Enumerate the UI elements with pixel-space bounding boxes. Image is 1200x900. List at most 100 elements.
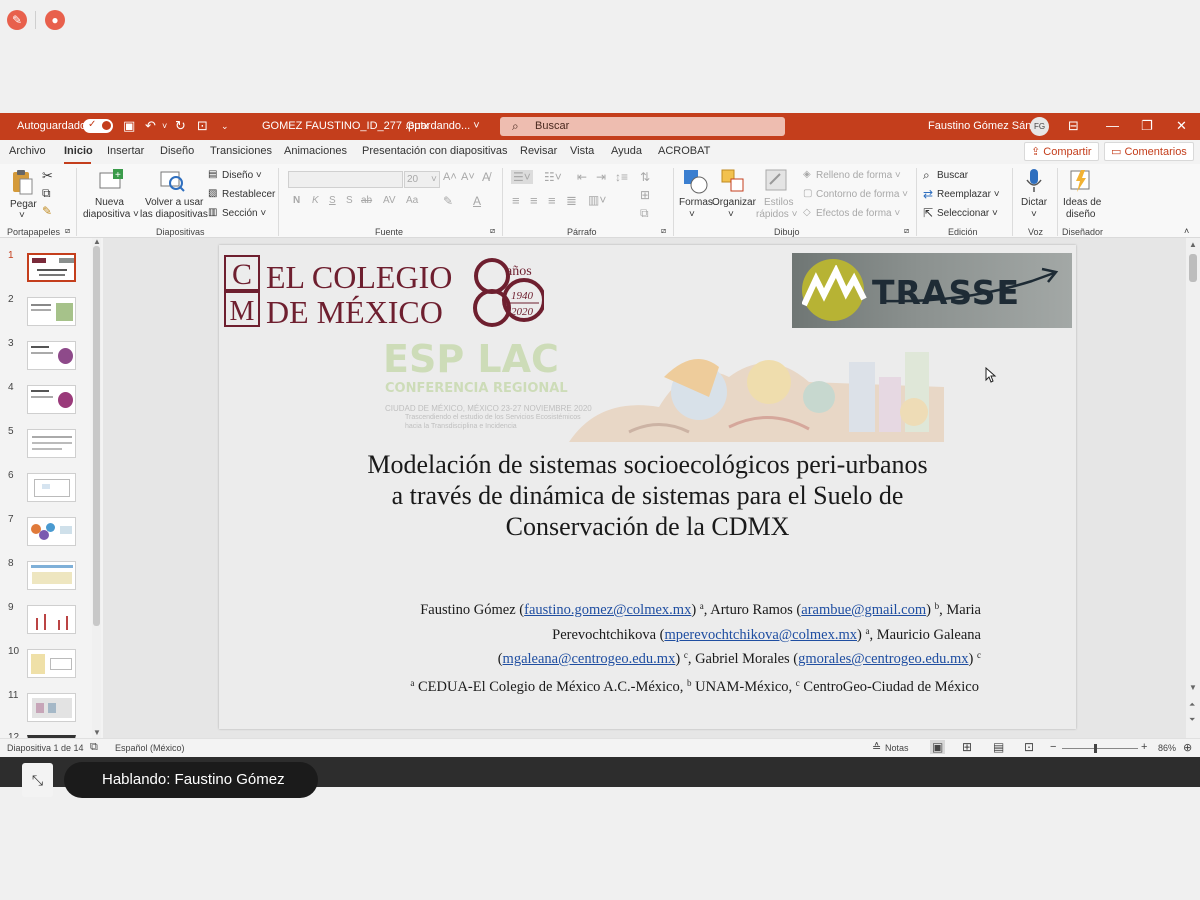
highlight-icon[interactable]: ✎ bbox=[443, 194, 453, 208]
undo-dropdown-icon[interactable]: ˅ bbox=[162, 121, 167, 131]
section-icon[interactable]: ▥ bbox=[208, 207, 217, 218]
tab-animaciones[interactable]: Animaciones bbox=[284, 145, 347, 157]
zoom-slider[interactable] bbox=[1062, 748, 1138, 749]
user-name[interactable]: Faustino Gómez Sántiz bbox=[928, 120, 1042, 132]
dialog-launcher-icon[interactable]: ⧄ bbox=[490, 226, 495, 236]
slide-sorter-icon[interactable]: ⊞ bbox=[962, 740, 972, 754]
fit-slide-icon[interactable]: ⊕ bbox=[1183, 741, 1192, 754]
normal-view-icon[interactable]: ▣ bbox=[930, 740, 946, 754]
quick-styles-label[interactable]: Estilos bbox=[764, 197, 793, 208]
align-left-icon[interactable]: ≡ bbox=[512, 193, 520, 208]
slideshow-view-icon[interactable]: ⊡ bbox=[1024, 740, 1034, 754]
comments-button[interactable]: ▭ Comentarios bbox=[1104, 142, 1194, 161]
undo-icon[interactable]: ↶ bbox=[145, 118, 156, 134]
share-button[interactable]: ⇪ Compartir bbox=[1024, 142, 1099, 161]
slide-title[interactable]: Modelación de sistemas socioecológicos p… bbox=[279, 449, 1016, 542]
shapes-dropdown-icon[interactable]: ˅ bbox=[689, 209, 695, 220]
columns-icon[interactable]: ▥˅ bbox=[588, 193, 606, 207]
cut-icon[interactable]: ✂ bbox=[42, 168, 53, 184]
arrange-label[interactable]: Organizar bbox=[712, 197, 756, 208]
shape-fill-button[interactable]: Relleno de forma ˅ bbox=[816, 170, 901, 181]
spacing-icon[interactable]: AV bbox=[383, 195, 396, 206]
close-icon[interactable]: ✕ bbox=[1176, 118, 1187, 134]
customize-qat-icon[interactable]: ⌄ bbox=[221, 121, 229, 132]
replace-button[interactable]: Reemplazar ˅ bbox=[937, 189, 1000, 200]
thumbnails-scroll-thumb[interactable] bbox=[93, 246, 100, 626]
tab-diseno[interactable]: Diseño bbox=[160, 145, 194, 157]
layout-icon[interactable]: ▤ bbox=[208, 169, 217, 180]
thumbnail-slide-10[interactable] bbox=[27, 649, 76, 678]
format-painter-icon[interactable]: ✎ bbox=[42, 204, 52, 218]
scroll-down-icon[interactable]: ▼ bbox=[1189, 683, 1197, 692]
dictate-dropdown-icon[interactable]: ˅ bbox=[1031, 209, 1037, 220]
tab-revisar[interactable]: Revisar bbox=[520, 145, 557, 157]
scroll-down-icon[interactable]: ▼ bbox=[93, 728, 101, 737]
design-ideas-label[interactable]: Ideas de bbox=[1063, 197, 1101, 208]
reuse-slides-icon[interactable] bbox=[160, 169, 186, 193]
tab-presentacion[interactable]: Presentación con diapositivas bbox=[362, 145, 508, 157]
new-slide-label[interactable]: Nueva bbox=[95, 197, 124, 208]
author-email-link[interactable]: gmorales@centrogeo.edu.mx bbox=[798, 651, 968, 667]
font-color-icon[interactable]: A bbox=[473, 194, 481, 208]
decrease-indent-icon[interactable]: ⇤ bbox=[577, 170, 587, 184]
scroll-thumb[interactable] bbox=[1189, 254, 1197, 282]
tab-ayuda[interactable]: Ayuda bbox=[611, 145, 642, 157]
thumbnail-slide-5[interactable] bbox=[27, 429, 76, 458]
design-ideas-icon[interactable] bbox=[1069, 168, 1093, 194]
author-email-link[interactable]: faustino.gomez@colmex.mx bbox=[524, 602, 691, 618]
tab-transiciones[interactable]: Transiciones bbox=[210, 145, 272, 157]
italic-icon[interactable]: K bbox=[312, 195, 319, 206]
current-slide[interactable]: C M EL COLEGIO DE MÉXICO años 1940 2020 … bbox=[219, 245, 1076, 729]
paste-dropdown-icon[interactable]: ˅ bbox=[19, 210, 25, 221]
new-slide-icon[interactable]: + bbox=[98, 169, 124, 193]
arrange-dropdown-icon[interactable]: ˅ bbox=[728, 209, 734, 220]
dialog-launcher-icon[interactable]: ⧄ bbox=[904, 226, 909, 236]
shape-effects-button[interactable]: Efectos de forma ˅ bbox=[816, 208, 900, 219]
avatar[interactable]: FG bbox=[1030, 117, 1049, 136]
tab-archivo[interactable]: Archivo bbox=[9, 145, 46, 157]
numbering-icon[interactable]: ☷˅ bbox=[544, 170, 562, 184]
affiliations[interactable]: a CEDUA-El Colegio de México A.C.-México… bbox=[259, 678, 979, 696]
language-indicator[interactable]: Español (México) bbox=[115, 743, 185, 753]
save-status[interactable]: Guardando... ˅ bbox=[406, 120, 480, 132]
tab-inicio[interactable]: Inicio bbox=[64, 145, 93, 157]
align-center-icon[interactable]: ≡ bbox=[530, 193, 538, 208]
font-name-input[interactable] bbox=[288, 171, 403, 188]
zoom-level[interactable]: 86% bbox=[1158, 743, 1176, 753]
zoom-in-icon[interactable]: + bbox=[1141, 741, 1147, 753]
vertical-scrollbar[interactable]: ▲ ▼ ⏶ ⏷ bbox=[1186, 238, 1200, 738]
bold-icon[interactable]: N bbox=[293, 195, 300, 206]
collapse-ribbon-icon[interactable]: ˄ bbox=[1184, 226, 1189, 236]
shape-outline-icon[interactable]: ▢ bbox=[803, 188, 812, 199]
shape-fill-icon[interactable]: ◈ bbox=[803, 169, 811, 180]
tab-insertar[interactable]: Insertar bbox=[107, 145, 144, 157]
dialog-launcher-icon[interactable]: ⧄ bbox=[661, 226, 666, 236]
bullets-icon[interactable]: ☰˅ bbox=[511, 170, 533, 184]
accessibility-icon[interactable]: ⧉ bbox=[90, 741, 98, 754]
quick-styles-label-2[interactable]: rápidos ˅ bbox=[756, 209, 797, 220]
thumbnails-scrollbar[interactable]: ▲ ▼ bbox=[92, 237, 101, 738]
align-text-icon[interactable]: ⊞ bbox=[640, 188, 650, 202]
change-case-icon[interactable]: Aa bbox=[406, 195, 418, 206]
zoom-slider-handle[interactable] bbox=[1094, 744, 1097, 753]
minimize-icon[interactable]: — bbox=[1106, 118, 1119, 133]
reading-view-icon[interactable]: ▤ bbox=[993, 740, 1004, 754]
shape-outline-button[interactable]: Contorno de forma ˅ bbox=[816, 189, 908, 200]
quick-styles-icon[interactable] bbox=[765, 168, 789, 194]
shadow-icon[interactable]: S bbox=[346, 195, 353, 206]
thumbnail-slide-4[interactable] bbox=[27, 385, 76, 414]
search-box[interactable]: ⌕ Buscar bbox=[500, 117, 785, 136]
select-icon[interactable]: ⇱ bbox=[923, 206, 933, 220]
shapes-label[interactable]: Formas bbox=[679, 197, 713, 208]
restore-icon[interactable]: ❐ bbox=[1141, 118, 1153, 134]
next-slide-icon[interactable]: ⏷ bbox=[1189, 715, 1195, 725]
select-button[interactable]: Seleccionar ˅ bbox=[937, 208, 998, 219]
tab-acrobat[interactable]: ACROBAT bbox=[658, 145, 710, 157]
find-button[interactable]: Buscar bbox=[937, 170, 968, 181]
notes-button[interactable]: Notas bbox=[885, 743, 909, 753]
font-size-input[interactable]: 20 ˅ bbox=[404, 171, 440, 188]
paste-label[interactable]: Pegar bbox=[10, 199, 37, 210]
reuse-slides-label[interactable]: Volver a usar bbox=[145, 197, 203, 208]
author-email-link[interactable]: mgaleana@centrogeo.edu.mx bbox=[503, 651, 676, 667]
author-email-link[interactable]: arambue@gmail.com bbox=[801, 602, 926, 618]
